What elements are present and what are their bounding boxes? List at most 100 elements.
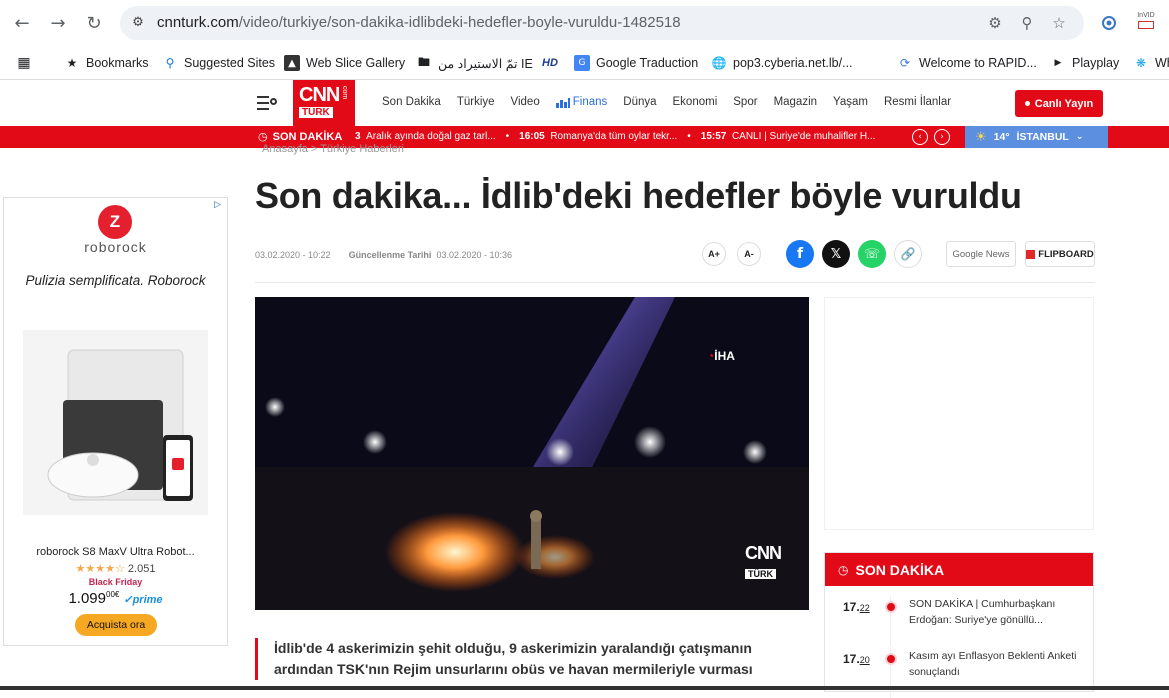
- updated-date: 03.02.2020 - 10:36: [436, 250, 513, 260]
- whatsapp-share-icon[interactable]: ☏: [858, 240, 886, 268]
- hd-icon: HD: [542, 57, 558, 69]
- bookmark-google-traduction[interactable]: G Google Traduction: [574, 53, 698, 73]
- font-decrease-button[interactable]: A-: [737, 242, 761, 266]
- article-meta: 03.02.2020 - 10:22 Güncellenme Tarihi 03…: [255, 250, 512, 260]
- meta-divider: [255, 282, 1095, 283]
- timeline-dot-icon: [887, 603, 895, 611]
- menu-ekonomi[interactable]: Ekonomi: [673, 96, 718, 108]
- video-frame: [255, 297, 809, 610]
- menu-resmi-ilanlar[interactable]: Resmi İlanlar: [884, 96, 951, 108]
- translate-icon: G: [574, 55, 590, 71]
- star-icon: ★: [66, 56, 78, 70]
- menu-turkiye[interactable]: Türkiye: [457, 96, 495, 108]
- wh-icon: ❋: [1135, 56, 1147, 70]
- google-news-button[interactable]: Google News: [946, 241, 1016, 267]
- ad-tagline: Pulizia semplificata. Roborock: [25, 273, 206, 288]
- invid-extension-icon[interactable]: InVID: [1135, 12, 1157, 34]
- zoom-icon[interactable]: ⚲: [1018, 14, 1036, 32]
- clock-icon: ◷: [838, 562, 849, 577]
- ad-product-name[interactable]: roborock S8 MaxV Ultra Robot...: [4, 546, 227, 558]
- font-increase-button[interactable]: A+: [702, 242, 726, 266]
- back-icon[interactable]: ←: [10, 11, 34, 35]
- son-dakika-item[interactable]: 17.22 SON DAKİKA | Cumhurbaşkanı Erdoğan…: [825, 596, 1093, 646]
- bookmark-rapid[interactable]: ⟳ Welcome to RAPID...: [897, 53, 1037, 73]
- translate-page-icon[interactable]: ⚙: [986, 14, 1004, 32]
- bookmark-web-slice-gallery[interactable]: ▲ Web Slice Gallery: [284, 53, 405, 73]
- weather-widget[interactable]: ☀ 14° İSTANBUL ⌄: [965, 126, 1108, 148]
- site-header: CNN TÜRK com Son Dakika Türkiye Video Fi…: [0, 80, 1169, 126]
- apps-grid-icon[interactable]: ▦: [16, 53, 32, 73]
- weather-temp: 14°: [993, 131, 1010, 143]
- cnnturk-watermark: CNN TÜRK: [745, 543, 782, 579]
- ticker-controls: ‹ ›: [912, 129, 950, 145]
- menu-spor[interactable]: Spor: [733, 96, 757, 108]
- weather-city: İSTANBUL: [1016, 131, 1069, 143]
- live-dot-icon: [1024, 101, 1030, 106]
- bookmark-hd[interactable]: HD: [542, 53, 558, 73]
- ad-buy-button[interactable]: Acquista ora: [75, 614, 157, 636]
- bookmark-star-icon[interactable]: ☆: [1050, 14, 1068, 32]
- finance-chart-icon: [555, 97, 570, 108]
- right-ad-slot: [824, 297, 1094, 530]
- url-text[interactable]: cnnturk.com/video/turkiye/son-dakika-idl…: [157, 14, 681, 31]
- bookmark-playplay[interactable]: ▶ Playplay: [1050, 53, 1120, 73]
- bookmark-bookmarks[interactable]: ★ Bookmarks: [64, 53, 149, 73]
- bookmarks-bar: ▦ ★ Bookmarks ⚲ Suggested Sites ▲ Web Slice…: [0, 46, 1169, 80]
- son-dakika-header[interactable]: ◷ SON DAKİKA: [825, 553, 1093, 586]
- rating-stars-icon: ★★★★☆: [75, 562, 125, 575]
- flipboard-button[interactable]: FLIPBOARD: [1025, 241, 1095, 267]
- cnnturk-logo[interactable]: CNN TÜRK com: [293, 80, 355, 126]
- ad-rating: ★★★★☆ 2.051: [75, 562, 156, 575]
- site-info-icon[interactable]: ⚙: [129, 14, 147, 32]
- ticker-item[interactable]: 15:57 CANLI | Suriye'de muhalifler H...: [701, 131, 876, 142]
- breadcrumb[interactable]: Anasayfa > Türkiye Haberleri: [262, 143, 404, 155]
- left-ad-banner[interactable]: ▷ Z roborock Pulizia semplificata. Robor…: [3, 197, 228, 646]
- ticker-item[interactable]: 3 Aralık ayında doğal gaz tarl...: [355, 131, 496, 142]
- updated-label: Güncellenme Tarihi: [348, 250, 432, 260]
- search-icon: ⚲: [165, 56, 175, 70]
- reload-icon[interactable]: ↻: [82, 11, 106, 35]
- article-video-player[interactable]: ◔İHA CNN TÜRK: [255, 297, 809, 610]
- menu-dunya[interactable]: Dünya: [623, 96, 656, 108]
- folder-icon: 🖿: [417, 54, 430, 69]
- roborock-logo-icon: Z: [98, 205, 132, 239]
- menu-icon[interactable]: [257, 95, 277, 111]
- bookmark-ie-imported[interactable]: 🖿 تمّ الاستيراد من IE: [416, 53, 533, 73]
- x-share-icon[interactable]: 𝕏: [822, 240, 850, 268]
- ad-badge: Black Friday: [88, 577, 143, 587]
- ad-product-image[interactable]: [23, 330, 208, 515]
- bookmark-pop3[interactable]: 🌐 pop3.cyberia.net.lb/...: [711, 53, 853, 73]
- forward-icon[interactable]: →: [46, 11, 70, 35]
- copy-link-icon[interactable]: 🔗: [894, 240, 922, 268]
- ticker-item[interactable]: 16:05 Romanya'da tüm oylar tekr...: [519, 131, 677, 142]
- live-broadcast-button[interactable]: Canlı Yayın: [1015, 90, 1103, 117]
- globe-icon: 🌐: [711, 56, 727, 70]
- ad-choices-icon[interactable]: ▷: [214, 200, 224, 210]
- chevron-down-icon: ⌄: [1075, 132, 1084, 142]
- menu-yasam[interactable]: Yaşam: [833, 96, 868, 108]
- timeline-dot-icon: [887, 655, 895, 663]
- prime-icon: ✓prime: [123, 594, 163, 606]
- ticker-next-icon[interactable]: ›: [934, 129, 950, 145]
- bookmark-wh[interactable]: ❋Wh: [1133, 53, 1169, 73]
- published-date: 03.02.2020 - 10:22: [255, 250, 331, 260]
- menu-finans[interactable]: Finans: [555, 96, 607, 108]
- sun-icon: ☀: [975, 129, 987, 145]
- ad-price: 1.09900€ ✓prime: [68, 590, 163, 607]
- extension-eye-icon[interactable]: [1098, 12, 1120, 34]
- slice-icon: ▲: [284, 55, 300, 71]
- address-bar[interactable]: ⚙ cnnturk.com/video/turkiye/son-dakika-i…: [120, 6, 1084, 40]
- ticker-prev-icon[interactable]: ‹: [912, 129, 928, 145]
- ticker-label: ◷ SON DAKİKA: [258, 130, 343, 143]
- menu-magazin[interactable]: Magazin: [774, 96, 817, 108]
- playplay-icon: ▶: [1054, 58, 1062, 68]
- main-menu: Son Dakika Türkiye Video Finans Dünya Ek…: [382, 96, 967, 108]
- taskbar-edge: [0, 686, 1169, 690]
- menu-video[interactable]: Video: [511, 96, 540, 108]
- son-dakika-item[interactable]: 17.20 Kasım ayı Enflasyon Beklenti Anket…: [825, 648, 1093, 698]
- facebook-share-icon[interactable]: f: [786, 240, 814, 268]
- son-dakika-panel: ◷ SON DAKİKA 17.22 SON DAKİKA | Cumhurba…: [824, 552, 1094, 698]
- flipboard-icon: [1026, 249, 1036, 259]
- bookmark-suggested-sites[interactable]: ⚲ Suggested Sites: [162, 53, 275, 73]
- menu-son-dakika[interactable]: Son Dakika: [382, 96, 441, 108]
